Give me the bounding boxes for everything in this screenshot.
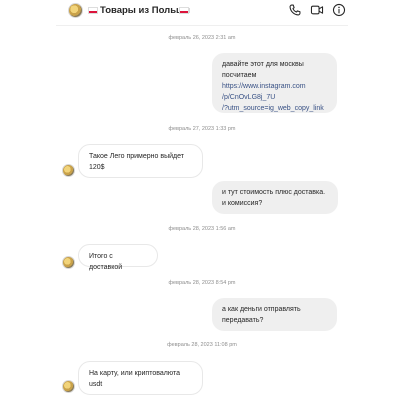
message-timestamp: февраль 28, 2023 11:08 pm xyxy=(167,342,237,348)
outgoing-message[interactable]: и тут стоимость плюс доставка. и комисси… xyxy=(212,181,338,214)
message-timestamp: февраль 27, 2023 1:33 pm xyxy=(168,126,236,132)
incoming-message[interactable]: Такое Лего примерно выйдет 120$ xyxy=(78,144,203,178)
incoming-message[interactable]: Итого с доставкой xyxy=(78,244,158,271)
poland-flag-icon xyxy=(88,7,98,14)
message-timestamp: февраль 28, 2023 8:54 pm xyxy=(168,280,236,286)
outgoing-message[interactable]: давайте этот для москвы посчитаем https:… xyxy=(212,53,337,113)
poland-flag-icon xyxy=(179,7,189,14)
header-divider xyxy=(56,25,348,26)
incoming-message[interactable]: На карту, или криптовалюта usdt xyxy=(78,361,203,395)
video-camera-icon[interactable] xyxy=(310,3,324,17)
chat-title[interactable]: Товары из Польши xyxy=(100,5,190,16)
message-link[interactable]: /?utm_source=ig_web_copy_link xyxy=(222,103,327,114)
sender-avatar[interactable] xyxy=(62,256,75,269)
message-timestamp: февраль 28, 2023 1:56 am xyxy=(168,226,236,232)
phone-icon[interactable] xyxy=(288,3,302,17)
sender-avatar[interactable] xyxy=(62,380,75,393)
sender-avatar[interactable] xyxy=(62,164,75,177)
message-link[interactable]: /p/CnOvLG8j_7U xyxy=(222,92,327,103)
message-timestamp: февраль 26, 2023 2:31 am xyxy=(168,35,236,41)
message-link[interactable]: https://www.instagram.com xyxy=(222,81,327,92)
outgoing-message[interactable]: а как деньги отправлять передавать? xyxy=(212,298,337,331)
chat-header: Товары из Польши xyxy=(0,0,404,24)
contact-avatar[interactable] xyxy=(68,3,83,18)
info-icon[interactable] xyxy=(332,3,346,17)
